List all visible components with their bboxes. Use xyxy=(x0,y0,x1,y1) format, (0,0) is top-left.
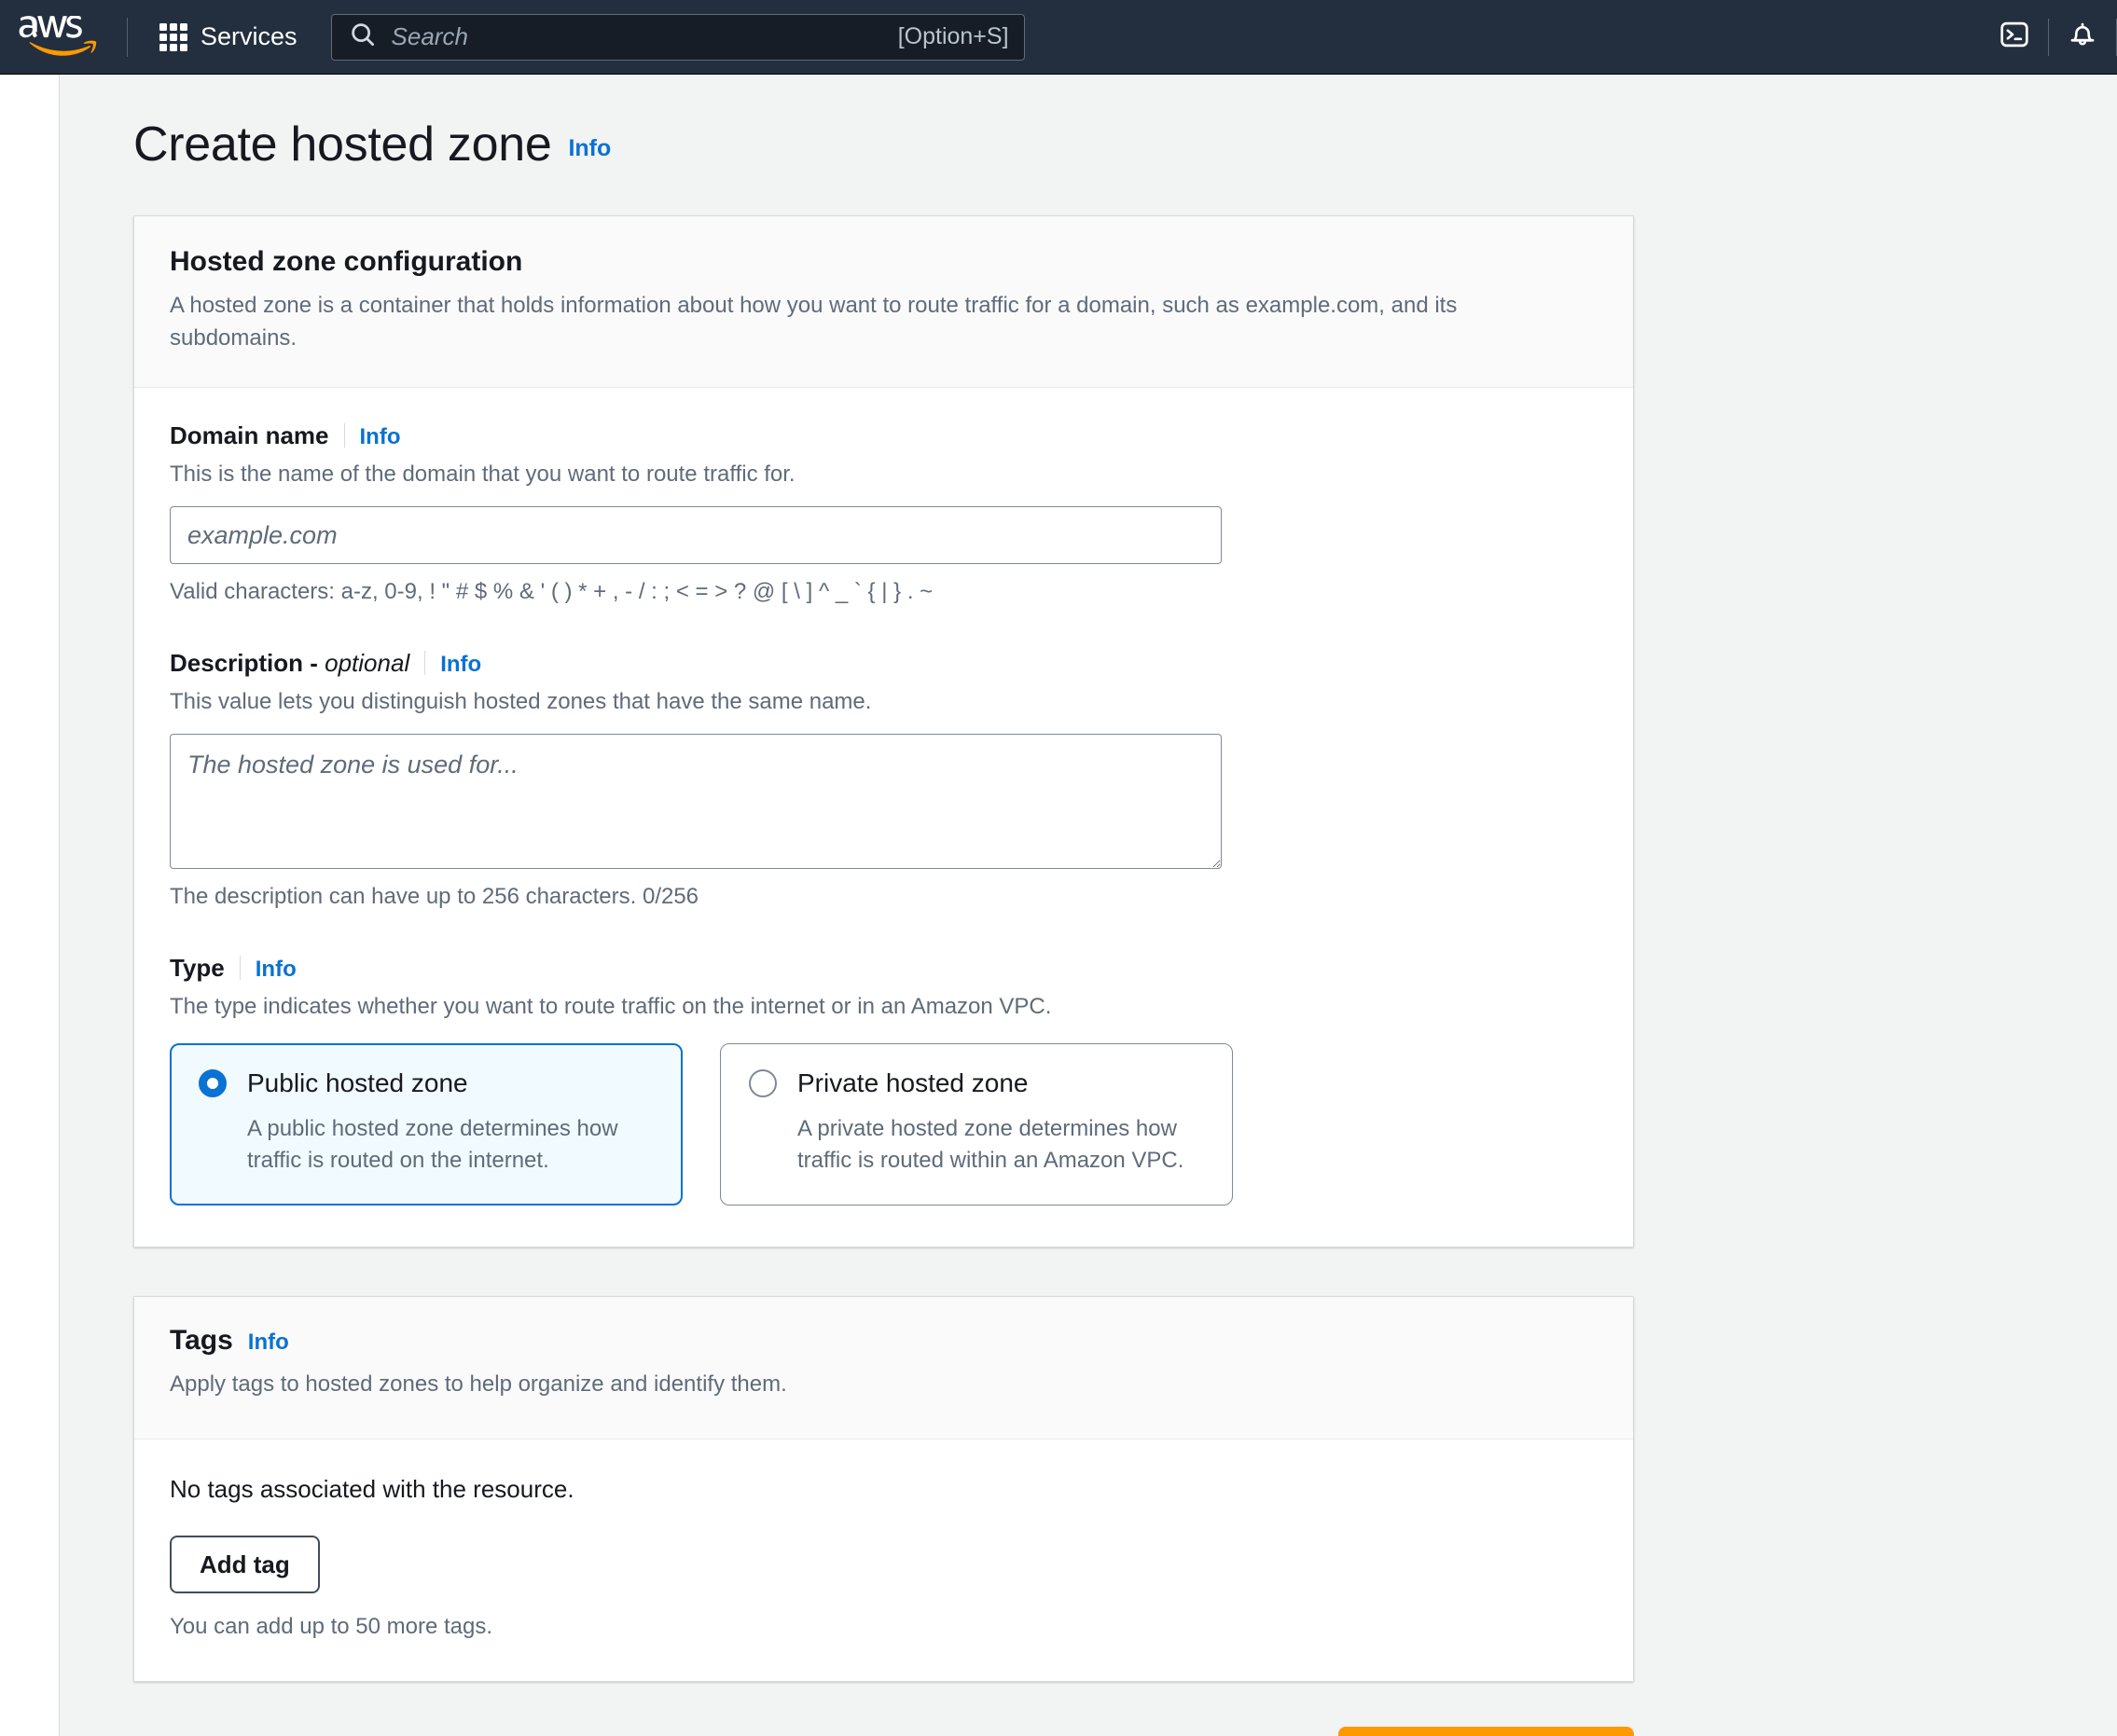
type-field: Type Info The type indicates whether you… xyxy=(170,952,1598,1206)
notifications-button[interactable] xyxy=(2049,0,2116,75)
top-navigation-bar: Services Search [Option+S] xyxy=(0,0,2117,75)
aws-logo[interactable] xyxy=(17,15,103,59)
private-option-title: Private hosted zone xyxy=(797,1068,1029,1097)
description-label-row: Description - optional Info xyxy=(170,647,1598,678)
private-option-description: A private hosted zone determines how tra… xyxy=(797,1115,1184,1173)
bell-icon xyxy=(2067,19,2098,55)
public-option-top: Public hosted zone xyxy=(199,1068,654,1098)
page-title: Create hosted zone xyxy=(133,117,552,172)
services-menu-button[interactable]: Services xyxy=(148,13,309,62)
description-info-link[interactable]: Info xyxy=(440,652,481,678)
form-actions: Cancel Create hosted zone xyxy=(133,1727,1634,1736)
tags-panel-body: No tags associated with the resource. Ad… xyxy=(134,1440,1633,1682)
config-panel-title-row: Hosted zone configuration xyxy=(170,244,1598,280)
grid-icon xyxy=(159,22,187,51)
hosted-zone-configuration-panel: Hosted zone configuration A hosted zone … xyxy=(133,214,1634,1247)
nav-right-group xyxy=(1981,0,2117,75)
tags-panel-header: Tags Info Apply tags to hosted zones to … xyxy=(134,1296,1633,1440)
private-option-top: Private hosted zone xyxy=(749,1068,1204,1098)
label-separator xyxy=(424,650,426,675)
public-option-title: Public hosted zone xyxy=(247,1068,468,1097)
tags-panel-title: Tags xyxy=(170,1324,233,1356)
description-textarea[interactable] xyxy=(170,734,1222,870)
nav-divider xyxy=(127,17,128,57)
page-info-link[interactable]: Info xyxy=(568,135,611,162)
label-separator xyxy=(239,956,241,981)
create-hosted-zone-button[interactable]: Create hosted zone xyxy=(1337,1727,1634,1736)
config-panel-description: A hosted zone is a container that holds … xyxy=(170,293,1458,351)
description-optional-text: optional xyxy=(325,648,410,677)
main-content: Create hosted zone Info Hosted zone conf… xyxy=(60,75,2117,1736)
description-label: Description - optional xyxy=(170,649,409,678)
tags-empty-message: No tags associated with the resource. xyxy=(170,1475,574,1504)
config-panel-title: Hosted zone configuration xyxy=(170,245,523,277)
domain-name-description: This is the name of the domain that you … xyxy=(170,461,796,487)
public-hosted-zone-option[interactable]: Public hosted zone A public hosted zone … xyxy=(170,1042,683,1206)
cancel-button[interactable]: Cancel xyxy=(1203,1728,1305,1736)
page-header: Create hosted zone Info xyxy=(133,119,2117,171)
domain-name-label-row: Domain name Info xyxy=(170,420,1598,450)
tags-panel-description: Apply tags to hosted zones to help organ… xyxy=(170,1371,787,1398)
left-sidebar-rail xyxy=(0,75,60,1736)
config-panel-header: Hosted zone configuration A hosted zone … xyxy=(134,215,1633,388)
domain-name-info-link[interactable]: Info xyxy=(360,424,401,450)
search-icon xyxy=(349,21,377,53)
domain-name-field: Domain name Info This is the name of the… xyxy=(170,420,1598,608)
private-hosted-zone-option[interactable]: Private hosted zone A private hosted zon… xyxy=(720,1042,1233,1206)
description-field-description: This value lets you distinguish hosted z… xyxy=(170,688,872,714)
panel-gap xyxy=(60,1247,2117,1296)
global-search-box[interactable]: Search [Option+S] xyxy=(330,13,1025,61)
description-field: Description - optional Info This value l… xyxy=(170,647,1598,913)
domain-name-label: Domain name xyxy=(170,420,329,449)
tags-panel-title-row: Tags Info xyxy=(170,1323,1598,1358)
type-label: Type xyxy=(170,954,225,983)
type-radio-group: Public hosted zone A public hosted zone … xyxy=(170,1042,1598,1206)
tags-limit-note: You can add up to 50 more tags. xyxy=(170,1614,493,1640)
tags-info-link[interactable]: Info xyxy=(248,1330,289,1356)
domain-name-hint: Valid characters: a-z, 0-9, ! " # $ % & … xyxy=(170,579,934,605)
services-label: Services xyxy=(201,22,297,50)
cloudshell-icon xyxy=(1999,19,2030,55)
description-label-text: Description - xyxy=(170,648,325,677)
description-character-counter: The description can have up to 256 chara… xyxy=(170,884,699,910)
search-shortcut-hint: [Option+S] xyxy=(897,23,1009,49)
type-info-link[interactable]: Info xyxy=(256,957,297,983)
public-option-description: A public hosted zone determines how traf… xyxy=(247,1115,618,1173)
label-separator xyxy=(343,422,345,448)
private-radio-button[interactable] xyxy=(749,1068,777,1097)
tags-panel: Tags Info Apply tags to hosted zones to … xyxy=(133,1295,1634,1683)
domain-name-input[interactable] xyxy=(170,506,1222,565)
type-label-row: Type Info xyxy=(170,952,1598,983)
type-description: The type indicates whether you want to r… xyxy=(170,994,1052,1020)
add-tag-button[interactable]: Add tag xyxy=(170,1536,320,1594)
public-radio-button[interactable] xyxy=(199,1068,227,1097)
page-shell: Create hosted zone Info Hosted zone conf… xyxy=(0,75,2117,1736)
search-placeholder: Search xyxy=(391,22,468,50)
config-panel-body: Domain name Info This is the name of the… xyxy=(134,387,1633,1247)
cloudshell-button[interactable] xyxy=(1981,0,2048,75)
